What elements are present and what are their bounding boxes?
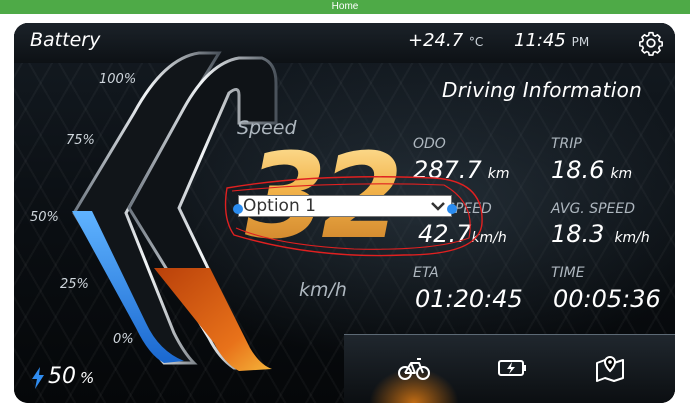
window-titlebar: Home bbox=[0, 0, 690, 14]
window-title: Home bbox=[331, 1, 359, 12]
annotation-scribble bbox=[224, 176, 483, 257]
dashboard-screen: Battery +24.7 °C 11:45 PM 100% 75% 50% 2… bbox=[14, 23, 675, 403]
